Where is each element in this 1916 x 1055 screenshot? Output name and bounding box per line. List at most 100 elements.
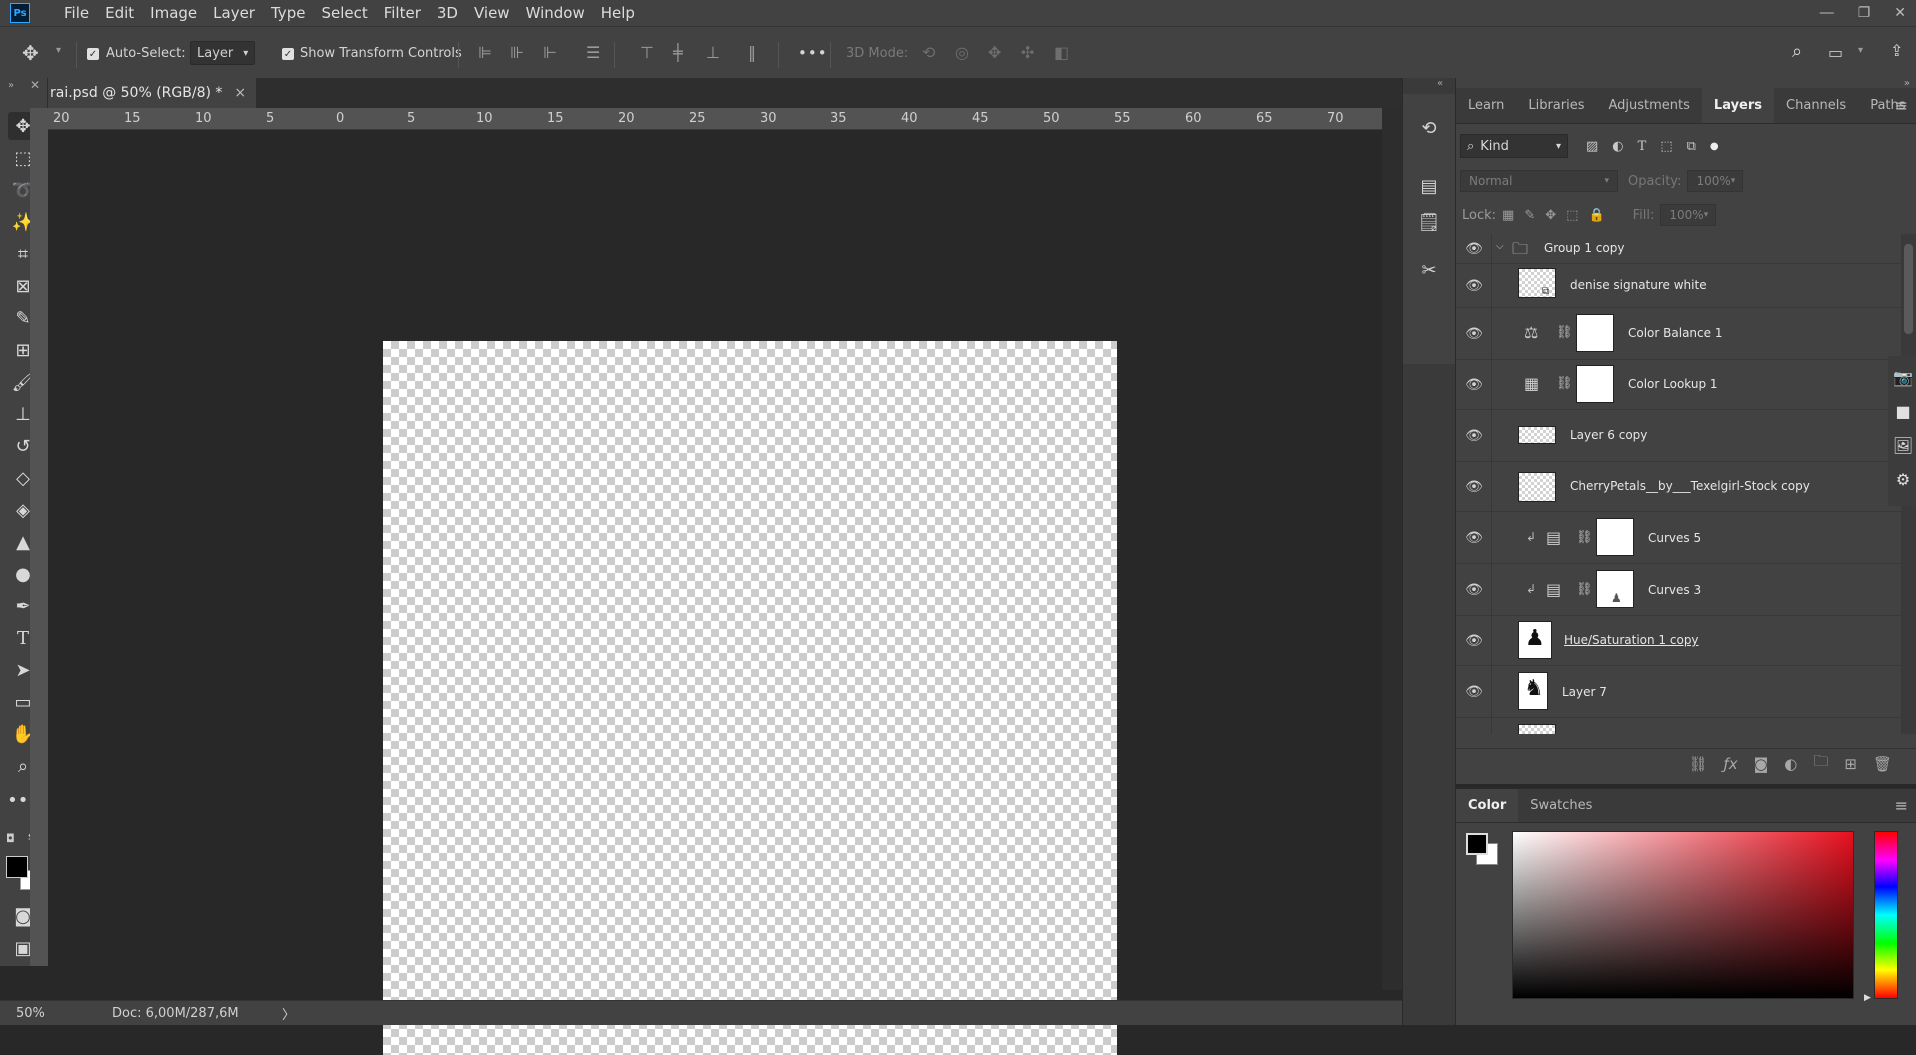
- align-bottom-icon[interactable]: ⊥: [706, 43, 720, 62]
- align-right-icon[interactable]: ⊩: [543, 43, 557, 62]
- align-vertical-center-icon[interactable]: ╪: [673, 43, 683, 62]
- search-icon[interactable]: ⌕: [1792, 41, 1802, 62]
- close-window-icon[interactable]: ✕: [1894, 5, 1906, 21]
- layer-style-icon[interactable]: ƒx: [1724, 755, 1738, 773]
- menu-type[interactable]: Type: [263, 0, 313, 26]
- history-panel-icon[interactable]: ⟲: [1415, 114, 1443, 142]
- image-icon[interactable]: 🖼: [1892, 434, 1914, 456]
- visibility-eye-icon[interactable]: 👁: [1464, 426, 1484, 446]
- link-icon[interactable]: ⛓: [1556, 325, 1573, 340]
- workspace-chevron-icon[interactable]: ▾: [1858, 45, 1863, 56]
- share-icon[interactable]: ⇪: [1890, 41, 1903, 60]
- visibility-eye-icon[interactable]: 👁: [1464, 239, 1484, 259]
- foreground-color-swatch[interactable]: [6, 856, 28, 878]
- tab-layers[interactable]: Layers: [1701, 88, 1775, 123]
- layer-row-partial[interactable]: [1456, 718, 1901, 734]
- link-icon[interactable]: ⛓: [1576, 530, 1593, 545]
- lock-transparent-icon[interactable]: ▦: [1502, 208, 1514, 223]
- distribute-vertical-icon[interactable]: ☰: [586, 43, 600, 62]
- tab-swatches[interactable]: Swatches: [1518, 789, 1604, 822]
- minimize-icon[interactable]: ―: [1820, 5, 1834, 21]
- link-icon[interactable]: ⛓: [1576, 582, 1593, 597]
- orbit-3d-icon[interactable]: ⟲: [922, 43, 935, 62]
- transform-controls-checkbox[interactable]: ✓: [282, 48, 294, 60]
- close-document-icon[interactable]: ×: [234, 85, 246, 101]
- layer-row[interactable]: 👁 ♞ Layer 7: [1456, 666, 1901, 718]
- menu-help[interactable]: Help: [593, 0, 643, 26]
- link-icon[interactable]: ⛓: [1556, 376, 1573, 391]
- video-icon[interactable]: ■: [1892, 400, 1914, 422]
- menu-filter[interactable]: Filter: [376, 0, 429, 26]
- more-options-button[interactable]: •••: [798, 44, 828, 62]
- menu-file[interactable]: File: [56, 0, 97, 26]
- align-left-icon[interactable]: ⊫: [478, 43, 492, 62]
- menu-image[interactable]: Image: [142, 0, 205, 26]
- gear-icon[interactable]: ⚙: [1892, 468, 1914, 490]
- menu-3d[interactable]: 3D: [429, 0, 466, 26]
- tab-libraries[interactable]: Libraries: [1516, 88, 1596, 123]
- properties-panel-icon[interactable]: ▤: [1415, 172, 1443, 200]
- tool-preset-chevron-icon[interactable]: ▾: [56, 45, 61, 56]
- visibility-eye-icon[interactable]: 👁: [1464, 375, 1484, 395]
- new-adjustment-layer-icon[interactable]: ◐: [1784, 755, 1797, 773]
- layer-row[interactable]: 👁 ⚖ ⛓ Color Balance 1: [1456, 308, 1901, 360]
- menu-edit[interactable]: Edit: [97, 0, 142, 26]
- blend-mode-dropdown[interactable]: Normal ▾: [1460, 170, 1618, 192]
- slide-3d-icon[interactable]: ✣: [1021, 43, 1034, 62]
- menu-select[interactable]: Select: [313, 0, 375, 26]
- visibility-eye-icon[interactable]: 👁: [1464, 276, 1484, 296]
- new-group-icon[interactable]: 🗀: [1813, 751, 1828, 776]
- layer-row[interactable]: 👁 ▦ ⛓ Color Lookup 1: [1456, 360, 1901, 410]
- distribute-horizontal-icon[interactable]: ‖: [748, 43, 756, 62]
- layer-row-group[interactable]: 👁 ⌵ 🗀 Group 1 copy: [1456, 234, 1901, 264]
- filter-adjustment-icon[interactable]: ◐: [1612, 139, 1623, 154]
- visibility-eye-icon[interactable]: 👁: [1464, 528, 1484, 548]
- add-mask-icon[interactable]: ◙: [1754, 755, 1769, 773]
- camera-icon[interactable]: 📷: [1892, 366, 1914, 388]
- visibility-eye-icon[interactable]: 👁: [1464, 631, 1484, 651]
- tool-presets-icon[interactable]: ✂: [1415, 256, 1443, 284]
- layer-row[interactable]: 👁 ⧉ denise signature white: [1456, 264, 1901, 308]
- filter-shape-icon[interactable]: ⬚: [1660, 139, 1672, 154]
- visibility-eye-icon[interactable]: 👁: [1464, 477, 1484, 497]
- document-tab[interactable]: rai.psd @ 50% (RGB/8) * ×: [48, 78, 257, 108]
- filter-smart-object-icon[interactable]: ⧉: [1687, 139, 1696, 154]
- hue-slider[interactable]: [1874, 831, 1898, 999]
- canvas-workspace[interactable]: [48, 130, 1382, 1055]
- opacity-field[interactable]: 100% ▾: [1687, 170, 1744, 192]
- auto-select-dropdown[interactable]: Layer ▾: [190, 41, 256, 65]
- panel-menu-icon[interactable]: ≡: [1895, 88, 1908, 124]
- lock-image-icon[interactable]: ✎: [1524, 208, 1535, 223]
- visibility-eye-icon[interactable]: 👁: [1464, 580, 1484, 600]
- chevron-down-icon[interactable]: ⌵: [1496, 241, 1504, 252]
- zoom-level[interactable]: 50%: [16, 1006, 108, 1021]
- scrollbar-thumb[interactable]: [1904, 244, 1913, 334]
- visibility-eye-icon[interactable]: 👁: [1464, 324, 1484, 344]
- status-menu-icon[interactable]: 〉: [282, 1004, 295, 1023]
- scale-3d-icon[interactable]: ◧: [1054, 43, 1069, 62]
- filter-kind-dropdown[interactable]: ⌕ Kind ▾: [1460, 134, 1568, 158]
- move-tool-icon[interactable]: ✥: [22, 41, 39, 65]
- lock-artboard-icon[interactable]: ⬚: [1566, 208, 1578, 223]
- layer-row[interactable]: 👁 ↲ ▤ ⛓ ♟ Curves 3: [1456, 564, 1901, 616]
- close-toolbar-icon[interactable]: ✕: [30, 78, 40, 92]
- menu-layer[interactable]: Layer: [205, 0, 263, 26]
- hue-slider-handle-icon[interactable]: ▶: [1864, 993, 1871, 1003]
- roll-3d-icon[interactable]: ◎: [955, 43, 969, 62]
- align-horizontal-center-icon[interactable]: ⊪: [510, 43, 524, 62]
- align-top-icon[interactable]: ⊤: [640, 43, 654, 62]
- pan-3d-icon[interactable]: ✥: [988, 43, 1001, 62]
- link-layers-icon[interactable]: ⛓: [1688, 755, 1707, 773]
- foreground-color-swatch[interactable]: [1466, 833, 1488, 855]
- filter-pixel-icon[interactable]: ▨: [1586, 139, 1598, 154]
- collapse-toolbar-icon[interactable]: »: [8, 80, 14, 91]
- color-panel-menu-icon[interactable]: ≡: [1895, 789, 1908, 823]
- color-picker-field[interactable]: [1512, 831, 1854, 999]
- layer-row[interactable]: 👁 CherryPetals__by___Texelgirl-Stock cop…: [1456, 462, 1901, 512]
- layer-row[interactable]: 👁 ♟ Hue/Saturation 1 copy: [1456, 616, 1901, 666]
- lock-position-icon[interactable]: ✥: [1545, 208, 1556, 223]
- layer-row[interactable]: 👁 Layer 6 copy: [1456, 410, 1901, 462]
- visibility-eye-icon[interactable]: 👁: [1464, 682, 1484, 702]
- layer-row[interactable]: 👁 ↲ ▤ ⛓ Curves 5: [1456, 512, 1901, 564]
- canvas-scrollbar[interactable]: [1382, 108, 1402, 990]
